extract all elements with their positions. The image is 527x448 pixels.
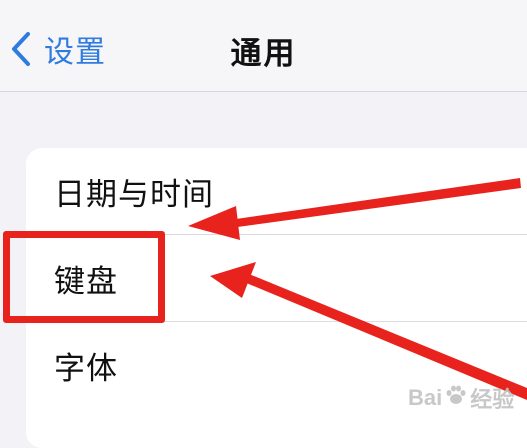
watermark: Bai 经验 <box>408 382 514 414</box>
watermark-text-left: Bai <box>408 385 443 410</box>
list-item-date-time[interactable]: 日期与时间 <box>26 148 527 234</box>
list-item-label: 键盘 <box>54 263 118 300</box>
list-item-label: 日期与时间 <box>54 176 214 213</box>
page-title: 通用 <box>230 36 297 72</box>
navigation-bar: 设置 通用 <box>0 0 527 92</box>
list-item-keyboard[interactable]: 键盘 <box>26 235 527 321</box>
paw-icon <box>444 383 468 413</box>
watermark-text-right: 经验 <box>470 387 515 412</box>
list-item-label: 字体 <box>54 350 118 387</box>
